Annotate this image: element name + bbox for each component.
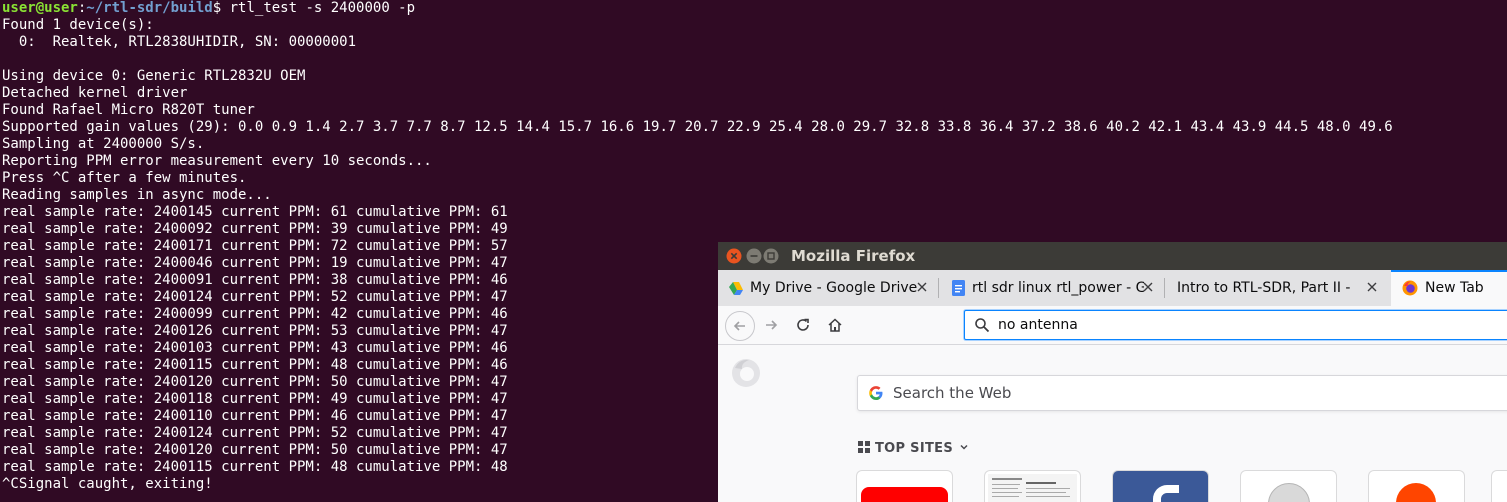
terminal-output-line: Supported gain values (29): 0.0 0.9 1.4 …: [2, 119, 1393, 135]
window-maximize-button[interactable]: [763, 248, 779, 264]
top-site-tile-wikipedia[interactable]: [1241, 471, 1336, 502]
facebook-logo-icon: [1153, 485, 1179, 502]
close-icon: [726, 248, 742, 264]
back-button[interactable]: [725, 311, 755, 341]
terminal-output-line: Detached kernel driver: [2, 85, 188, 101]
google-icon: [869, 386, 883, 400]
top-site-tile-page[interactable]: [985, 471, 1080, 502]
reddit-logo-icon: [1396, 483, 1436, 502]
wikipedia-logo-icon: [1268, 483, 1310, 502]
tab-label: rtl sdr linux rtl_power - G: [972, 280, 1144, 296]
terminal-prompt-line: user@user:~/rtl-sdr/build$ rtl_test -s 2…: [2, 0, 1507, 17]
terminal-output-line: Using device 0: Generic RTL2832U OEM: [2, 68, 306, 84]
top-sites-header[interactable]: TOP SITES: [858, 441, 969, 456]
window-title: Mozilla Firefox: [791, 247, 916, 265]
window-minimize-button[interactable]: [746, 248, 762, 264]
tab-close-icon[interactable]: [1365, 280, 1379, 294]
tab-close-icon[interactable]: [915, 280, 929, 294]
maximize-icon: [763, 248, 779, 264]
terminal-output-line: real sample rate: 2400145 current PPM: 6…: [2, 204, 508, 220]
search-placeholder: Search the Web: [893, 384, 1012, 402]
firefox-logo-icon: [732, 359, 760, 387]
terminal-output-line: Found 1 device(s):: [2, 17, 154, 33]
url-bar[interactable]: no antenna: [964, 310, 1507, 340]
navigation-toolbar: no antenna: [718, 306, 1507, 345]
back-arrow-icon: [733, 321, 745, 331]
terminal-output-line: real sample rate: 2400092 current PPM: 3…: [2, 221, 508, 237]
terminal-output-line: Reporting PPM error measurement every 10…: [2, 153, 432, 169]
home-icon: [828, 318, 842, 332]
reload-button[interactable]: [790, 312, 816, 338]
top-sites-label: TOP SITES: [875, 441, 953, 456]
tab-google-drive[interactable]: My Drive - Google Drive: [718, 270, 937, 306]
forward-arrow-icon: [766, 320, 778, 330]
terminal-output-line: Press ^C after a few minutes.: [2, 170, 247, 186]
tab-rtl-sdr-doc[interactable]: rtl sdr linux rtl_power - G: [939, 270, 1163, 306]
firefox-window[interactable]: Mozilla Firefox My Drive - Google Drive …: [718, 242, 1507, 502]
youtube-logo-icon: [861, 487, 948, 502]
tab-intro-rtl-sdr[interactable]: Intro to RTL-SDR, Part II - So: [1165, 270, 1387, 306]
google-docs-icon: [952, 280, 965, 296]
firefox-icon: [1402, 280, 1418, 296]
terminal-command: rtl_test -s 2400000 -p: [221, 0, 416, 16]
grid-icon: [858, 441, 870, 453]
terminal-output-line: Found Rafael Micro R820T tuner: [2, 102, 255, 118]
chevron-down-icon: [960, 444, 968, 450]
prompt-path: ~/rtl-sdr/build: [86, 0, 213, 16]
top-site-tile-partial[interactable]: [1492, 471, 1507, 502]
new-tab-page: Search the Web TOP SITES: [718, 345, 1507, 502]
prompt-user: user@user: [2, 0, 78, 16]
tab-label: My Drive - Google Drive: [750, 280, 918, 296]
home-button[interactable]: [822, 312, 848, 338]
tab-new-tab[interactable]: New Tab: [1391, 270, 1507, 306]
top-site-tile-youtube[interactable]: [857, 471, 952, 502]
tab-label: Intro to RTL-SDR, Part II - So: [1177, 280, 1353, 296]
terminal-output-line: Sampling at 2400000 S/s.: [2, 136, 205, 152]
top-site-tile-facebook[interactable]: [1113, 471, 1208, 502]
tab-label: New Tab: [1425, 280, 1484, 296]
window-close-button[interactable]: [726, 248, 742, 264]
tab-close-icon[interactable]: [1141, 280, 1155, 294]
minimize-icon: [746, 248, 762, 264]
terminal-output-line: Reading samples in async mode...: [2, 187, 272, 203]
forward-button[interactable]: [758, 312, 784, 338]
prompt-symbol: $: [212, 0, 222, 16]
url-bar-input[interactable]: no antenna: [998, 317, 1078, 333]
page-thumbnail: [988, 474, 1077, 502]
window-titlebar[interactable]: Mozilla Firefox: [718, 242, 1507, 270]
reload-icon: [797, 318, 809, 331]
tab-strip: My Drive - Google Drive rtl sdr linux rt…: [718, 270, 1507, 306]
terminal-output-line: 0: Realtek, RTL2838UHIDIR, SN: 00000001: [2, 34, 357, 50]
web-search-box[interactable]: Search the Web: [857, 375, 1507, 411]
google-drive-icon: [729, 282, 743, 295]
search-icon: [975, 318, 990, 333]
top-site-tile-reddit[interactable]: [1369, 471, 1464, 502]
